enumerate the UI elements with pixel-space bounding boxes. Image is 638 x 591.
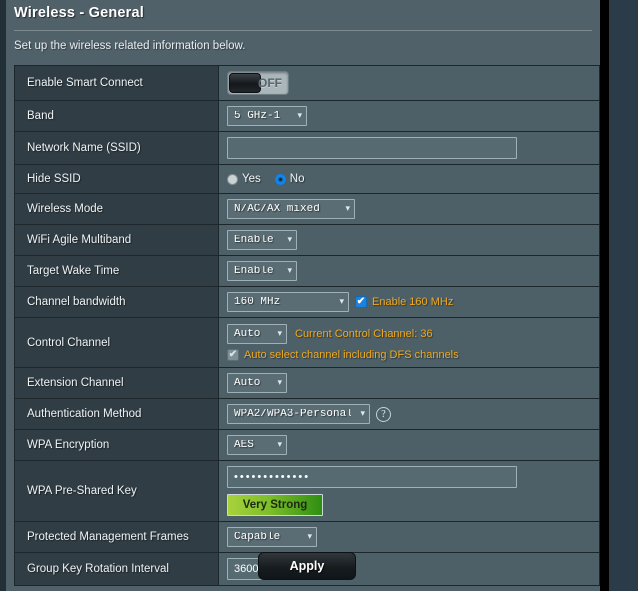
agile-multiband-select[interactable]: Enable — [227, 230, 297, 250]
channel-bandwidth-select[interactable]: 160 MHz — [227, 292, 349, 312]
extension-channel-select-wrap: Auto ▾ — [227, 373, 287, 393]
table-row: WPA Pre-Shared Key Very Strong — [15, 461, 599, 522]
hide-ssid-radio-group: Yes No — [227, 173, 304, 185]
row-label-channel-bandwidth: Channel bandwidth — [15, 287, 219, 317]
row-label-wpa-encryption: WPA Encryption — [15, 430, 219, 460]
row-value-pmf: Capable ▾ — [219, 522, 599, 552]
table-row: Channel bandwidth 160 MHz ▾ ✔ Enable 160… — [15, 287, 599, 318]
hide-ssid-option-yes[interactable]: Yes — [227, 173, 261, 185]
table-row: Wireless Mode N/AC/AX mixed ▾ — [15, 194, 599, 225]
auth-method-select[interactable]: WPA2/WPA3-Personal — [227, 404, 370, 424]
table-row: Enable Smart Connect OFF — [15, 66, 599, 101]
extension-channel-select[interactable]: Auto — [227, 373, 287, 393]
table-row: WiFi Agile Multiband Enable ▾ — [15, 225, 599, 256]
enable-160mhz-checkbox[interactable]: ✔ Enable 160 MHz — [355, 296, 453, 308]
row-label-extension-channel: Extension Channel — [15, 368, 219, 398]
row-label-pmf: Protected Management Frames — [15, 522, 219, 552]
row-label-wireless-mode: Wireless Mode — [15, 194, 219, 224]
row-value-wireless-mode: N/AC/AX mixed ▾ — [219, 194, 599, 224]
radio-label-yes: Yes — [242, 173, 261, 185]
table-row: Network Name (SSID) — [15, 132, 599, 165]
right-side-panel — [609, 0, 638, 591]
agile-multiband-select-wrap: Enable ▾ — [227, 230, 297, 250]
auto-select-dfs-checkbox[interactable]: ✔ Auto select channel including DFS chan… — [227, 349, 459, 361]
target-wake-time-select[interactable]: Enable — [227, 261, 297, 281]
control-channel-select[interactable]: Auto — [227, 324, 287, 344]
password-strength-badge: Very Strong — [227, 494, 323, 516]
table-row: Target Wake Time Enable ▾ — [15, 256, 599, 287]
page-subtitle: Set up the wireless related information … — [14, 40, 246, 52]
row-value-hide-ssid: Yes No — [219, 165, 599, 193]
right-black-divider — [600, 0, 609, 591]
wireless-mode-select[interactable]: N/AC/AX mixed — [227, 199, 355, 219]
toggle-knob — [229, 73, 261, 93]
ssid-input[interactable] — [227, 137, 517, 159]
table-row: WPA Encryption AES ▾ — [15, 430, 599, 461]
control-channel-top: Auto ▾ Current Control Channel: 36 — [227, 324, 433, 344]
checkbox-checked-icon: ✔ — [227, 349, 239, 361]
band-select-wrap: 5 GHz-1 ▾ — [227, 106, 307, 126]
radio-label-no: No — [289, 173, 305, 185]
pmf-select-wrap: Capable ▾ — [227, 527, 317, 547]
pmf-select[interactable]: Capable — [227, 527, 317, 547]
band-select[interactable]: 5 GHz-1 — [227, 106, 307, 126]
control-channel-select-wrap: Auto ▾ — [227, 324, 287, 344]
table-row: Band 5 GHz-1 ▾ — [15, 101, 599, 132]
row-label-hide-ssid: Hide SSID — [15, 165, 219, 193]
psk-input[interactable] — [227, 466, 517, 488]
table-row: Extension Channel Auto ▾ — [15, 368, 599, 399]
table-row: Protected Management Frames Capable ▾ — [15, 522, 599, 553]
hide-ssid-option-no[interactable]: No — [274, 173, 305, 185]
apply-button[interactable]: Apply — [258, 552, 356, 580]
smart-connect-toggle[interactable]: OFF — [227, 71, 289, 95]
row-value-control-channel: Auto ▾ Current Control Channel: 36 ✔ Aut… — [219, 318, 599, 367]
row-value-smart-connect: OFF — [219, 66, 599, 100]
radio-selected-icon — [274, 173, 286, 185]
title-divider — [14, 30, 592, 31]
table-row: Hide SSID Yes No — [15, 165, 599, 194]
apply-button-container: Apply — [14, 552, 600, 580]
row-value-ssid — [219, 132, 599, 164]
channel-bandwidth-select-wrap: 160 MHz ▾ — [227, 292, 349, 312]
table-row: Authentication Method WPA2/WPA3-Personal… — [15, 399, 599, 430]
page-title: Wireless - General — [14, 5, 145, 21]
row-label-auth-method: Authentication Method — [15, 399, 219, 429]
auto-select-dfs-label: Auto select channel including DFS channe… — [244, 349, 459, 361]
row-value-extension-channel: Auto ▾ — [219, 368, 599, 398]
row-label-band: Band — [15, 101, 219, 131]
table-row: Control Channel Auto ▾ Current Control C… — [15, 318, 599, 368]
wpa-encryption-select[interactable]: AES — [227, 435, 287, 455]
row-value-channel-bandwidth: 160 MHz ▾ ✔ Enable 160 MHz — [219, 287, 599, 317]
checkbox-checked-icon: ✔ — [355, 296, 367, 308]
row-label-psk: WPA Pre-Shared Key — [15, 461, 219, 521]
target-wake-time-select-wrap: Enable ▾ — [227, 261, 297, 281]
wireless-settings-table: Enable Smart Connect OFF Band 5 GHz-1 ▾ … — [14, 65, 600, 586]
router-admin-page: Wireless - General Set up the wireless r… — [0, 0, 638, 591]
row-label-control-channel: Control Channel — [15, 318, 219, 367]
auth-method-select-wrap: WPA2/WPA3-Personal ▾ — [227, 404, 370, 424]
row-value-agile-multiband: Enable ▾ — [219, 225, 599, 255]
row-value-psk: Very Strong — [219, 461, 599, 521]
enable-160mhz-label: Enable 160 MHz — [372, 296, 454, 308]
toggle-state-label: OFF — [258, 76, 282, 90]
wireless-mode-select-wrap: N/AC/AX mixed ▾ — [227, 199, 355, 219]
row-label-ssid: Network Name (SSID) — [15, 132, 219, 164]
row-value-band: 5 GHz-1 ▾ — [219, 101, 599, 131]
row-value-auth-method: WPA2/WPA3-Personal ▾ ? — [219, 399, 599, 429]
radio-unselected-icon — [227, 173, 238, 185]
wpa-encryption-select-wrap: AES ▾ — [227, 435, 287, 455]
wireless-general-panel: Wireless - General Set up the wireless r… — [6, 0, 600, 591]
row-label-smart-connect: Enable Smart Connect — [15, 66, 219, 100]
question-mark-icon[interactable]: ? — [376, 406, 391, 422]
row-value-target-wake-time: Enable ▾ — [219, 256, 599, 286]
current-control-channel-note: Current Control Channel: 36 — [295, 328, 433, 340]
row-label-agile-multiband: WiFi Agile Multiband — [15, 225, 219, 255]
row-label-target-wake-time: Target Wake Time — [15, 256, 219, 286]
row-value-wpa-encryption: AES ▾ — [219, 430, 599, 460]
